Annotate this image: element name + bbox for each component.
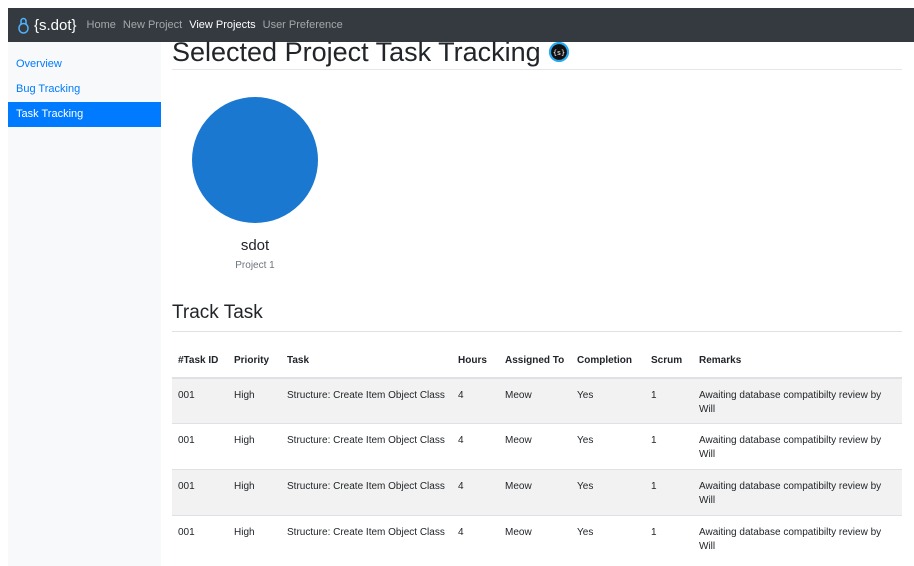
cell-completion: Yes <box>571 515 645 562</box>
cell-hours: 4 <box>452 377 499 424</box>
cell-priority: High <box>228 377 281 424</box>
table-row: 001 High Structure: Create Item Object C… <box>172 423 902 470</box>
cell-completion: Yes <box>571 469 645 516</box>
task-table: #Task ID Priority Task Hours Assigned To… <box>172 331 902 562</box>
cell-completion: Yes <box>571 377 645 424</box>
sidebar-item-task-tracking[interactable]: Task Tracking <box>8 102 161 127</box>
cell-remarks: Awaiting database compatibilty review by… <box>693 515 902 562</box>
table-row: 001 High Structure: Create Item Object C… <box>172 469 902 516</box>
col-task-id: #Task ID <box>172 331 228 379</box>
cell-task-id: 001 <box>172 377 228 424</box>
cell-scrum: 1 <box>645 377 693 424</box>
cell-assigned: Meow <box>499 469 571 516</box>
cell-hours: 4 <box>452 515 499 562</box>
cell-scrum: 1 <box>645 515 693 562</box>
sidebar: Overview Bug Tracking Task Tracking <box>8 42 161 566</box>
cell-task: Structure: Create Item Object Class <box>281 377 452 424</box>
nav-user-preference[interactable]: User Preference <box>263 19 343 31</box>
cell-priority: High <box>228 423 281 470</box>
page-title-text: Selected Project Task Tracking <box>172 36 541 67</box>
brand-link[interactable]: {s.dot} <box>18 17 77 34</box>
nav-new-project[interactable]: New Project <box>123 19 182 31</box>
nav-home[interactable]: Home <box>87 19 116 31</box>
table-row: 001 High Structure: Create Item Object C… <box>172 377 902 424</box>
cell-priority: High <box>228 515 281 562</box>
col-priority: Priority <box>228 331 281 379</box>
col-scrum: Scrum <box>645 331 693 379</box>
cell-task: Structure: Create Item Object Class <box>281 515 452 562</box>
cell-assigned: Meow <box>499 515 571 562</box>
cell-hours: 4 <box>452 469 499 516</box>
cell-assigned: Meow <box>499 423 571 470</box>
title-divider <box>172 69 902 70</box>
sidebar-item-overview[interactable]: Overview <box>8 52 161 77</box>
cell-task: Structure: Create Item Object Class <box>281 423 452 470</box>
col-assigned-to: Assigned To <box>499 331 571 379</box>
project-logo-text: {s} <box>552 49 565 57</box>
cell-remarks: Awaiting database compatibilty review by… <box>693 377 902 424</box>
section-title: Track Task <box>172 302 263 323</box>
cell-assigned: Meow <box>499 377 571 424</box>
cell-task-id: 001 <box>172 515 228 562</box>
nav-view-projects[interactable]: View Projects <box>189 19 255 31</box>
col-completion: Completion <box>571 331 645 379</box>
cell-scrum: 1 <box>645 469 693 516</box>
cell-completion: Yes <box>571 423 645 470</box>
cell-remarks: Awaiting database compatibilty review by… <box>693 469 902 516</box>
table-row: 001 High Structure: Create Item Object C… <box>172 515 902 562</box>
col-task: Task <box>281 331 452 379</box>
table-header-row: #Task ID Priority Task Hours Assigned To… <box>172 331 902 379</box>
sidebar-item-bug-tracking[interactable]: Bug Tracking <box>8 77 161 102</box>
cell-task-id: 001 <box>172 469 228 516</box>
cell-task-id: 001 <box>172 423 228 470</box>
page-title: Selected Project Task Tracking {s} <box>172 32 569 72</box>
col-hours: Hours <box>452 331 499 379</box>
cell-hours: 4 <box>452 423 499 470</box>
project-name: sdot <box>240 237 270 254</box>
project-subtitle: Project 1 <box>235 260 275 271</box>
col-remarks: Remarks <box>693 331 902 379</box>
brand-name: {s.dot} <box>34 16 77 34</box>
cell-task: Structure: Create Item Object Class <box>281 469 452 516</box>
cell-priority: High <box>228 469 281 516</box>
project-avatar <box>192 97 318 223</box>
cell-remarks: Awaiting database compatibilty review by… <box>693 423 902 470</box>
brand-logo-icon <box>18 17 29 34</box>
project-logo-icon: {s} <box>548 42 569 62</box>
cell-scrum: 1 <box>645 423 693 470</box>
